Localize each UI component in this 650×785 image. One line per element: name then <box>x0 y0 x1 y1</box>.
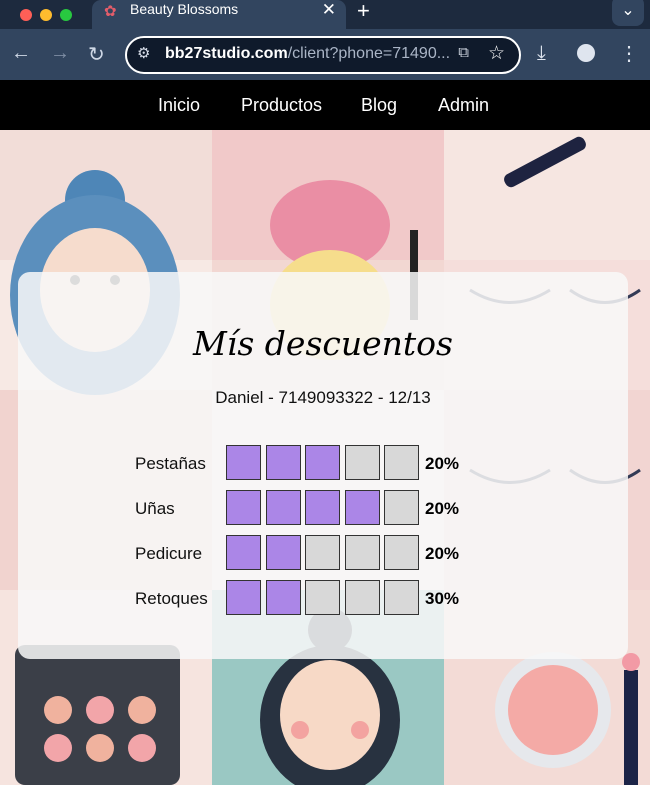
progress-box-empty <box>305 535 340 570</box>
progress-boxes <box>226 490 420 526</box>
browser-tab-bar: ✿ Beauty Blossoms ✕ + ⌄ <box>0 0 650 29</box>
progress-box-empty <box>344 445 380 480</box>
translate-icon[interactable]: ⧉ <box>458 44 469 61</box>
lotus-icon: ✿ <box>104 3 117 20</box>
download-icon[interactable]: ⤓ <box>537 42 546 65</box>
browser-toolbar: ← → ↻ ⚙ bb27studio.com/client?phone=7149… <box>0 29 650 80</box>
new-tab-icon[interactable]: + <box>357 0 370 24</box>
progress-box-filled <box>226 580 261 615</box>
progress-box-filled <box>265 445 301 480</box>
url-text[interactable]: bb27studio.com/client?phone=71490... <box>165 45 450 63</box>
progress-box-empty <box>384 490 419 525</box>
progress-box-filled <box>226 490 261 525</box>
progress-box-filled <box>305 445 340 480</box>
progress-boxes <box>226 535 420 571</box>
progress-box-filled <box>265 535 301 570</box>
minimize-window-button[interactable] <box>40 9 52 21</box>
progress-box-filled <box>226 445 261 480</box>
star-icon[interactable]: ☆ <box>488 42 505 65</box>
close-window-button[interactable] <box>20 9 32 21</box>
service-label: Pestañas <box>135 454 206 473</box>
site-nav: Inicio Productos Blog Admin <box>0 80 650 130</box>
progress-box-filled <box>265 580 301 615</box>
client-info: Daniel - 7149093322 - 12/13 <box>215 388 431 407</box>
progress-box-empty <box>305 580 340 615</box>
nav-item-inicio[interactable]: Inicio <box>158 95 200 116</box>
progress-box-filled <box>344 490 380 525</box>
tab-title: Beauty Blossoms <box>130 1 239 17</box>
discount-percent: 30% <box>425 589 460 608</box>
reload-icon[interactable]: ↻ <box>88 42 105 67</box>
service-label: Retoques <box>135 589 208 608</box>
progress-box-filled <box>265 490 301 525</box>
service-label: Pedicure <box>135 544 203 563</box>
progress-box-empty <box>384 580 419 615</box>
service-label: Uñas <box>135 499 175 518</box>
nav-item-admin[interactable]: Admin <box>438 95 489 116</box>
back-arrow-icon[interactable]: ← <box>11 42 31 65</box>
progress-box-empty <box>344 580 380 615</box>
nav-item-blog[interactable]: Blog <box>361 95 397 116</box>
browser-tab[interactable]: ✿ Beauty Blossoms ✕ <box>92 0 346 29</box>
progress-box-empty <box>344 535 380 570</box>
close-icon[interactable]: ✕ <box>322 0 336 20</box>
discount-percent: 20% <box>425 499 460 518</box>
nav-item-productos[interactable]: Productos <box>241 95 322 116</box>
progress-box-empty <box>384 535 419 570</box>
progress-box-filled <box>305 490 340 525</box>
profile-icon[interactable] <box>577 44 595 62</box>
maximize-window-button[interactable] <box>60 9 72 21</box>
page-title: Mís descuentos <box>193 324 453 363</box>
discounts-card: Mís descuentos Daniel - 7149093322 - 12/… <box>18 272 628 659</box>
progress-box-filled <box>226 535 261 570</box>
kebab-menu-icon[interactable]: ⋮ <box>619 41 639 66</box>
forward-arrow-icon[interactable]: → <box>50 42 70 65</box>
address-bar[interactable]: ⚙ bb27studio.com/client?phone=71490... ⧉… <box>125 36 521 74</box>
discount-percent: 20% <box>425 544 460 563</box>
discount-percent: 20% <box>425 454 460 473</box>
site-settings-icon[interactable]: ⚙ <box>137 44 150 62</box>
progress-boxes <box>226 445 420 481</box>
progress-box-empty <box>384 445 419 480</box>
progress-boxes <box>226 580 420 616</box>
chevron-down-icon[interactable]: ⌄ <box>612 0 644 26</box>
